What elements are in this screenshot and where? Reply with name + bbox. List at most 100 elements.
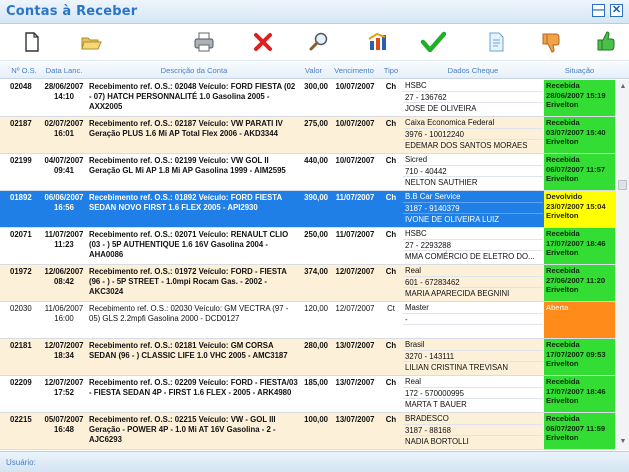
check-number: 27 - 2293288 bbox=[403, 240, 543, 251]
due-date: 13/07/2007 bbox=[335, 378, 375, 387]
status-badge: Recebida 28/06/2007 15:19 Erivelton bbox=[544, 80, 615, 116]
due-date: 13/07/2007 bbox=[335, 341, 375, 350]
open-folder-icon[interactable] bbox=[78, 29, 104, 55]
entry-date: 12/07/2007 18:34 bbox=[44, 341, 84, 360]
window-title: Contas à Receber bbox=[6, 4, 138, 19]
table-row[interactable]: 02209 12/07/2007 17:52 Recebimento ref. O.… bbox=[0, 376, 615, 413]
entry-date: 02/07/2007 16:01 bbox=[44, 119, 84, 138]
scroll-up-icon[interactable]: ▲ bbox=[618, 82, 628, 92]
payment-type: Ch bbox=[385, 341, 397, 350]
notes-icon[interactable] bbox=[483, 29, 509, 55]
delete-x-icon[interactable] bbox=[250, 29, 276, 55]
payment-type: Ch bbox=[385, 230, 397, 239]
check-number: 3976 - 10012240 bbox=[403, 129, 543, 140]
user-label: Usuário: bbox=[6, 458, 36, 467]
status-badge: Recebida 03/07/2007 15:40 Erivelton bbox=[544, 117, 615, 153]
check-bank: Real bbox=[403, 265, 543, 277]
os-number: 02209 bbox=[10, 378, 32, 387]
due-date: 12/07/2007 bbox=[335, 304, 375, 313]
amount-value: 390,00 bbox=[304, 193, 328, 202]
check-holder: MARTA T BAUER bbox=[405, 400, 467, 409]
vertical-scrollbar[interactable]: ▲ ▼ bbox=[615, 80, 629, 450]
check-number: - bbox=[403, 314, 543, 325]
thumbs-down-icon[interactable] bbox=[539, 29, 565, 55]
table-row[interactable]: 02048 28/06/2007 14:10 Recebimento ref. O.… bbox=[0, 80, 615, 117]
payment-type: Ch bbox=[385, 119, 397, 128]
check-number: 3187 - 88168 bbox=[403, 425, 543, 436]
os-number: 02071 bbox=[10, 230, 32, 239]
col-header-check-data[interactable]: Dados Cheque bbox=[403, 66, 543, 75]
status-badge: Recebida 06/07/2007 11:59 Erivelton bbox=[544, 413, 615, 449]
entry-date: 11/06/2007 16:00 bbox=[44, 304, 84, 323]
os-number: 01892 bbox=[10, 193, 32, 202]
account-description: Recebimento ref. O.S.: 02071 Veículo: RE… bbox=[89, 230, 289, 259]
check-bank: Brasil bbox=[403, 339, 543, 351]
new-document-icon[interactable] bbox=[19, 29, 45, 55]
checkmark-icon[interactable] bbox=[420, 29, 447, 55]
minimize-button[interactable]: — bbox=[592, 4, 605, 17]
col-header-date[interactable]: Data Lanc. bbox=[41, 66, 87, 75]
os-number: 02187 bbox=[10, 119, 32, 128]
check-bank: BRADESCO bbox=[403, 413, 543, 425]
table-row[interactable]: 01892 06/06/2007 16:56 Recebimento ref. O.… bbox=[0, 191, 615, 228]
check-data: Real 601 - 67283462 MARIA APARECIDA BEGNIN… bbox=[403, 265, 543, 302]
amount-value: 100,00 bbox=[304, 415, 328, 424]
col-header-type[interactable]: Tipo bbox=[380, 66, 402, 75]
payment-type: Ch bbox=[385, 378, 397, 387]
check-holder: MARIA APARECIDA BEGNINI bbox=[405, 289, 510, 298]
status-badge: Recebida 17/07/2007 09:53 Erivelton bbox=[544, 339, 615, 375]
check-data: Caixa Economica Federal 3976 - 10012240 ED… bbox=[403, 117, 543, 154]
table-row[interactable]: 02215 05/07/2007 16:48 Recebimento ref. O.… bbox=[0, 413, 615, 450]
table-row[interactable]: 02071 11/07/2007 11:23 Recebimento ref. O.… bbox=[0, 228, 615, 265]
check-holder bbox=[403, 325, 543, 337]
check-holder: NELTON SAUTHIER bbox=[405, 178, 478, 187]
account-description: Recebimento ref. O.S.: 01892 Veículo: FO… bbox=[89, 193, 282, 212]
check-number: 27 - 136762 bbox=[403, 92, 543, 103]
due-date: 10/07/2007 bbox=[335, 119, 375, 128]
due-date: 10/07/2007 bbox=[335, 82, 375, 91]
check-bank: Real bbox=[403, 376, 543, 388]
entry-date: 12/07/2007 17:52 bbox=[44, 378, 84, 397]
os-number: 02215 bbox=[10, 415, 32, 424]
col-header-due-date[interactable]: Vencimento bbox=[329, 66, 379, 75]
search-magnifier-icon[interactable] bbox=[306, 29, 332, 55]
col-header-status[interactable]: Situação bbox=[544, 66, 615, 75]
check-bank: Sicred bbox=[403, 154, 543, 166]
status-badge: Recebida 17/07/2007 18:46 Erivelton bbox=[544, 376, 615, 412]
scroll-down-icon[interactable]: ▼ bbox=[618, 437, 628, 447]
account-description: Recebimento ref. O.S.: 02199 Veículo: VW… bbox=[89, 156, 286, 175]
entry-date: 28/06/2007 14:10 bbox=[44, 82, 84, 101]
entry-date: 06/06/2007 16:56 bbox=[44, 193, 84, 212]
report-icon[interactable] bbox=[365, 29, 391, 55]
os-number: 01972 bbox=[10, 267, 32, 276]
col-header-value[interactable]: Valor bbox=[299, 66, 328, 75]
col-header-description[interactable]: Descrição da Conta bbox=[89, 66, 299, 75]
printer-icon[interactable] bbox=[191, 29, 217, 55]
check-bank: HSBC bbox=[403, 228, 543, 240]
table-row[interactable]: 02181 12/07/2007 18:34 Recebimento ref. O.… bbox=[0, 339, 615, 376]
thumbs-up-icon[interactable] bbox=[594, 29, 620, 55]
check-holder: IVONE DE OLIVEIRA LUIZ bbox=[405, 215, 500, 224]
check-data: Master - bbox=[403, 302, 543, 339]
check-number: 172 - 570000995 bbox=[403, 388, 543, 399]
table-row[interactable]: 02187 02/07/2007 16:01 Recebimento ref. O.… bbox=[0, 117, 615, 154]
col-header-os[interactable]: Nº O.S. bbox=[8, 66, 40, 75]
table-row[interactable]: 01972 12/06/2007 08:42 Recebimento ref. O.… bbox=[0, 265, 615, 302]
close-button[interactable]: ✕ bbox=[610, 4, 623, 17]
check-number: 3187 - 9140379 bbox=[403, 203, 543, 214]
scroll-thumb[interactable] bbox=[618, 180, 627, 190]
status-badge: Aberta bbox=[544, 302, 615, 338]
table-row[interactable]: 02199 04/07/2007 09:41 Recebimento ref. O.… bbox=[0, 154, 615, 191]
payment-type: Ct bbox=[387, 304, 395, 313]
check-data: B.B Car Service 3187 - 9140379 IVONE DE OL… bbox=[403, 191, 543, 228]
check-bank: HSBC bbox=[403, 80, 543, 92]
account-description: Recebimento ref. O.S.: 01972 Veículo: FO… bbox=[89, 267, 287, 296]
check-holder: EDEMAR DOS SANTOS MORAES bbox=[405, 141, 528, 150]
status-badge: Recebida 27/06/2007 11:20 Erivelton bbox=[544, 265, 615, 301]
table-row[interactable]: 02030 11/06/2007 16:00 Recebimento ref. O.… bbox=[0, 302, 615, 339]
account-description: Recebimento ref. O.S.: 02209 Veículo: FO… bbox=[89, 378, 298, 397]
status-badge: Recebida 17/07/2007 18:46 Erivelton bbox=[544, 228, 615, 264]
status-badge: Recebida 06/07/2007 11:57 Erivelton bbox=[544, 154, 615, 190]
status-badge: Devolvido 23/07/2007 15:04 Erivelton bbox=[544, 191, 615, 227]
check-data: Real 172 - 570000995 MARTA T BAUER bbox=[403, 376, 543, 413]
